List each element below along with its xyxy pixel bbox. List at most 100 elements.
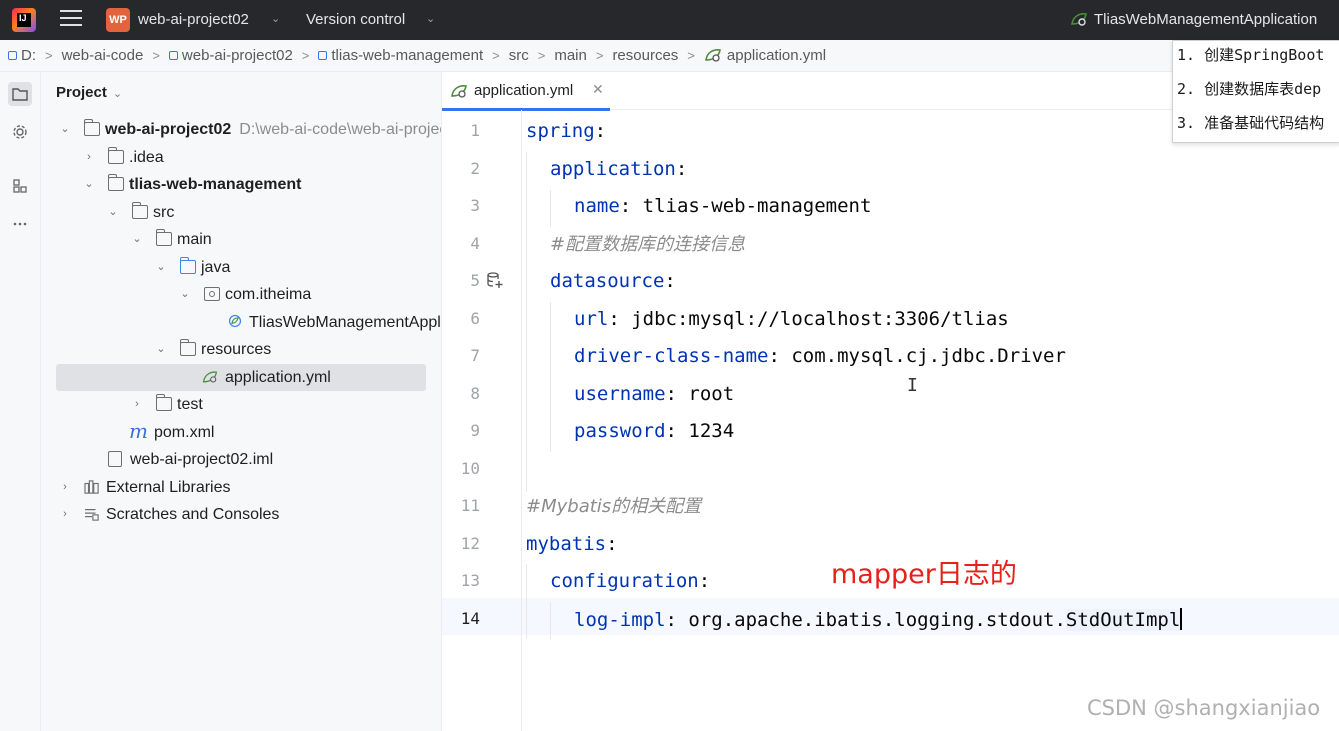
collapse-arrow-icon[interactable]: › (59, 501, 71, 528)
breadcrumb-drive[interactable]: D: (8, 40, 36, 71)
project-badge[interactable]: WP (106, 8, 130, 32)
breadcrumb-resources[interactable]: resources (612, 40, 678, 71)
watermark: CSDN @shangxianjiao (1087, 696, 1321, 720)
datasource-gutter-icon[interactable] (486, 271, 504, 289)
code-line[interactable]: application: (550, 158, 687, 195)
code-line[interactable]: mybatis: (526, 533, 618, 570)
tree-item-iml[interactable]: web-ai-project02.iml (41, 446, 441, 473)
code-line[interactable]: password: 1234 (574, 420, 734, 457)
indent-guide (550, 602, 551, 639)
line-number: 6 (470, 309, 480, 328)
expand-arrow-icon[interactable]: ⌄ (155, 254, 167, 281)
line-number: 14 (460, 609, 480, 628)
title-bar: IJ WP web-ai-project02 ⌄ Version control… (0, 0, 1339, 40)
expand-arrow-icon[interactable]: ⌄ (179, 281, 191, 308)
project-panel-header[interactable]: Project ⌄ (56, 84, 122, 101)
line-number: 3 (470, 196, 480, 215)
code-line[interactable]: url: jdbc:mysql://localhost:3306/tlias (574, 308, 1009, 345)
breadcrumb-module[interactable]: tlias-web-management (318, 40, 483, 71)
expand-arrow-icon[interactable]: ⌄ (107, 199, 119, 226)
collapse-arrow-icon[interactable]: › (83, 144, 95, 171)
line-number: 8 (470, 384, 480, 403)
library-icon (84, 480, 99, 494)
breadcrumb-src[interactable]: src (509, 40, 529, 71)
tab-application-yml[interactable]: application.yml ✕ (442, 72, 612, 111)
red-annotation: mapper日志的 (831, 559, 1017, 590)
spring-leaf-icon (451, 85, 467, 98)
tree-item-module[interactable]: ⌄ tlias-web-management (41, 171, 441, 198)
spring-boot-class-icon (228, 314, 242, 328)
tree-item-application-yml[interactable]: application.yml (41, 364, 441, 391)
expand-arrow-icon[interactable]: ⌄ (155, 336, 167, 363)
code-line[interactable]: configuration: (550, 570, 710, 607)
module-folder-icon (107, 174, 124, 191)
tree-item-src[interactable]: ⌄ src (41, 199, 441, 226)
tree-item-pom[interactable]: m pom.xml (41, 419, 441, 446)
text-caret (1180, 608, 1183, 630)
expand-arrow-icon[interactable]: ⌄ (83, 171, 95, 198)
collapse-arrow-icon[interactable]: › (59, 474, 71, 501)
breadcrumb-file[interactable]: application.yml (704, 40, 826, 71)
collapse-arrow-icon[interactable]: › (131, 391, 143, 418)
close-tab-icon[interactable]: ✕ (592, 81, 604, 98)
tree-item-test[interactable]: › test (41, 391, 441, 418)
expand-arrow-icon[interactable]: ⌄ (131, 226, 143, 253)
version-control-menu[interactable]: Version control (306, 11, 405, 28)
spring-leaf-icon (704, 49, 721, 62)
more-tools-icon[interactable] (8, 212, 32, 236)
code-line[interactable]: driver-class-name: com.mysql.cj.jdbc.Dri… (574, 345, 1066, 382)
mouse-ibeam-cursor: I (907, 375, 918, 396)
project-panel: Project ⌄ ⌄ web-ai-project02 D:\web-ai-cod… (41, 72, 442, 731)
tree-item-project-root[interactable]: ⌄ web-ai-project02 D:\web-ai-code\web-ai-… (41, 116, 441, 143)
code-line[interactable]: datasource: (550, 270, 676, 307)
spring-leaf-icon (202, 371, 218, 383)
run-configuration-label: TliasWebManagementApplication (1094, 11, 1318, 28)
tree-item-scratches[interactable]: › Scratches and Consoles (41, 501, 441, 528)
line-number: 5 (470, 271, 480, 290)
code-line[interactable]: spring: (526, 120, 606, 157)
tool-window-strip (0, 72, 41, 731)
tree-item-java[interactable]: ⌄ java (41, 254, 441, 281)
indent-guide (550, 190, 551, 227)
chevron-down-icon[interactable]: ⌄ (113, 88, 122, 100)
folder-icon (131, 202, 148, 219)
tree-item-resources[interactable]: ⌄ resources (41, 336, 441, 363)
resources-folder-icon (179, 339, 196, 356)
maven-icon: m (129, 419, 148, 443)
tree-item-package[interactable]: ⌄ com.itheima (41, 281, 441, 308)
line-number: 2 (470, 159, 480, 178)
tab-label: application.yml (474, 82, 574, 99)
intellij-logo-icon[interactable]: IJ (12, 8, 36, 32)
indent-guide (526, 564, 527, 639)
project-switcher[interactable]: web-ai-project02 (138, 11, 249, 28)
folder-icon (107, 147, 124, 164)
breadcrumb-main[interactable]: main (554, 40, 587, 71)
breadcrumb-project[interactable]: web-ai-project02 (168, 40, 293, 71)
code-line-current[interactable]: log-impl: org.apache.ibatis.logging.stdo… (574, 608, 1183, 645)
chevron-down-icon[interactable]: ⌄ (426, 12, 435, 25)
structure-icon[interactable] (8, 174, 32, 198)
services-gear-icon[interactable] (8, 120, 32, 144)
scratches-icon (85, 509, 99, 521)
expand-arrow-icon[interactable]: ⌄ (59, 116, 71, 143)
line-number-gutter[interactable]: 1 2 3 4 5 6 7 8 9 10 11 12 13 14 (442, 110, 522, 731)
chevron-down-icon[interactable]: ⌄ (271, 12, 280, 25)
line-number: 4 (470, 234, 480, 253)
todo-overlay: 1. 创建SpringBoot 2. 创建数据库表dep 3. 准备基础代码结构 (1172, 40, 1339, 143)
main-menu-icon[interactable] (60, 10, 82, 30)
todo-item: 1. 创建SpringBoot (1177, 46, 1325, 64)
tree-item-external-libraries[interactable]: › External Libraries (41, 474, 441, 501)
todo-item: 3. 准备基础代码结构 (1177, 114, 1325, 132)
line-number: 9 (470, 421, 480, 440)
run-configuration-selector[interactable]: TliasWebManagementApplication (1070, 11, 1317, 28)
tree-item-idea[interactable]: › .idea (41, 144, 441, 171)
spring-leaf-icon (1071, 13, 1087, 26)
code-comment[interactable]: #Mybatis的相关配置 (526, 495, 701, 532)
tree-item-application-class[interactable]: TliasWebManagementApplication (41, 309, 441, 336)
breadcrumb-folder[interactable]: web-ai-code (62, 40, 144, 71)
code-line[interactable]: name: tlias-web-management (574, 195, 871, 232)
code-line[interactable]: username: root (574, 383, 734, 420)
tree-item-main[interactable]: ⌄ main (41, 226, 441, 253)
project-tool-icon[interactable] (8, 82, 32, 106)
code-comment[interactable]: #配置数据库的连接信息 (550, 233, 745, 270)
